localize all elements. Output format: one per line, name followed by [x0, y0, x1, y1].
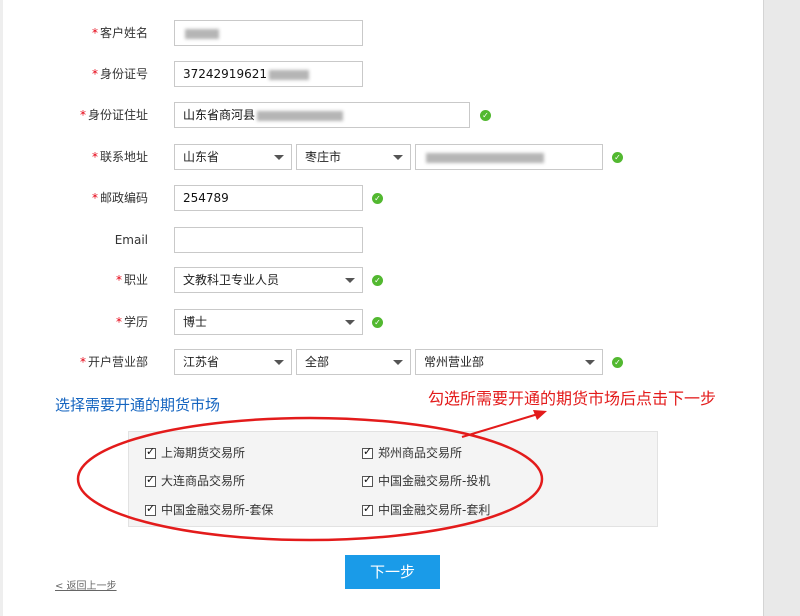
postal-code-label: * 邮政编码 [91, 191, 148, 205]
checkbox-checked-icon[interactable] [362, 473, 373, 487]
checkbox-checked-icon[interactable] [362, 502, 373, 516]
id-number-input[interactable]: 37242919621 [174, 61, 363, 87]
education-select[interactable]: 博士 [174, 309, 363, 335]
market-checkbox-cffex-speculation[interactable]: 中国金融交易所-投机 [362, 473, 490, 488]
education-label: * 学历 [115, 315, 148, 329]
email-input[interactable] [174, 227, 363, 253]
id-address-input[interactable]: 山东省商河县 [174, 102, 470, 128]
occupation-label: * 职业 [115, 273, 148, 287]
page-right-gutter [763, 0, 800, 616]
contact-address-label: * 联系地址 [91, 150, 148, 164]
id-number-label: * 身份证号 [91, 67, 148, 81]
occupation-valid-check-icon: ✓ [372, 275, 383, 286]
market-checkbox-cffex-hedging[interactable]: 中国金融交易所-套保 [145, 502, 273, 517]
redacted-name [185, 28, 219, 39]
redacted-id-address [257, 110, 344, 121]
market-checkbox-dce[interactable]: 大连商品交易所 [145, 473, 245, 488]
checkbox-checked-icon[interactable] [145, 502, 156, 516]
page-left-edge [0, 0, 3, 616]
chevron-down-icon [393, 360, 403, 365]
contact-address-valid-check-icon: ✓ [612, 152, 623, 163]
checkbox-checked-icon[interactable] [145, 445, 156, 459]
chevron-down-icon [585, 360, 595, 365]
market-checkbox-shfe[interactable]: 上海期货交易所 [145, 445, 245, 460]
markets-section-title: 选择需要开通的期货市场 [55, 396, 221, 414]
email-label: Email [114, 233, 148, 247]
redacted-id-digits [268, 69, 309, 80]
contact-address-detail-input[interactable] [415, 144, 603, 170]
branch-valid-check-icon: ✓ [612, 357, 623, 368]
branch-label: * 开户营业部 [79, 355, 148, 369]
market-checkbox-cffex-arbitrage[interactable]: 中国金融交易所-套利 [362, 502, 490, 517]
id-address-label: * 身份证住址 [79, 108, 148, 122]
branch-area-select[interactable]: 全部 [296, 349, 411, 375]
checkbox-checked-icon[interactable] [145, 473, 156, 487]
market-checkbox-czce[interactable]: 郑州商品交易所 [362, 445, 462, 460]
branch-office-select[interactable]: 常州营业部 [415, 349, 603, 375]
chevron-down-icon [345, 320, 355, 325]
customer-name-label: * 客户姓名 [91, 26, 148, 40]
contact-province-select[interactable]: 山东省 [174, 144, 292, 170]
checkbox-checked-icon[interactable] [362, 445, 373, 459]
occupation-select[interactable]: 文教科卫专业人员 [174, 267, 363, 293]
next-step-button[interactable]: 下一步 [345, 555, 440, 589]
branch-province-select[interactable]: 江苏省 [174, 349, 292, 375]
customer-name-input[interactable] [174, 20, 363, 46]
markets-checkbox-panel: 上海期货交易所 郑州商品交易所 大连商品交易所 中国金融交易所-投机 中国金融交… [128, 431, 658, 527]
chevron-down-icon [274, 155, 284, 160]
chevron-down-icon [345, 278, 355, 283]
redacted-contact-address [426, 152, 544, 163]
markets-annotation-text: 勾选所需要开通的期货市场后点击下一步 [428, 389, 717, 408]
chevron-down-icon [274, 360, 284, 365]
id-address-valid-check-icon: ✓ [480, 110, 491, 121]
chevron-down-icon [393, 155, 403, 160]
education-valid-check-icon: ✓ [372, 317, 383, 328]
postal-code-input[interactable]: 254789 [174, 185, 363, 211]
contact-city-select[interactable]: 枣庄市 [296, 144, 411, 170]
postal-code-valid-check-icon: ✓ [372, 193, 383, 204]
back-previous-step-link[interactable]: < 返回上一步 [55, 577, 117, 592]
annotation-arrowhead [533, 410, 547, 420]
